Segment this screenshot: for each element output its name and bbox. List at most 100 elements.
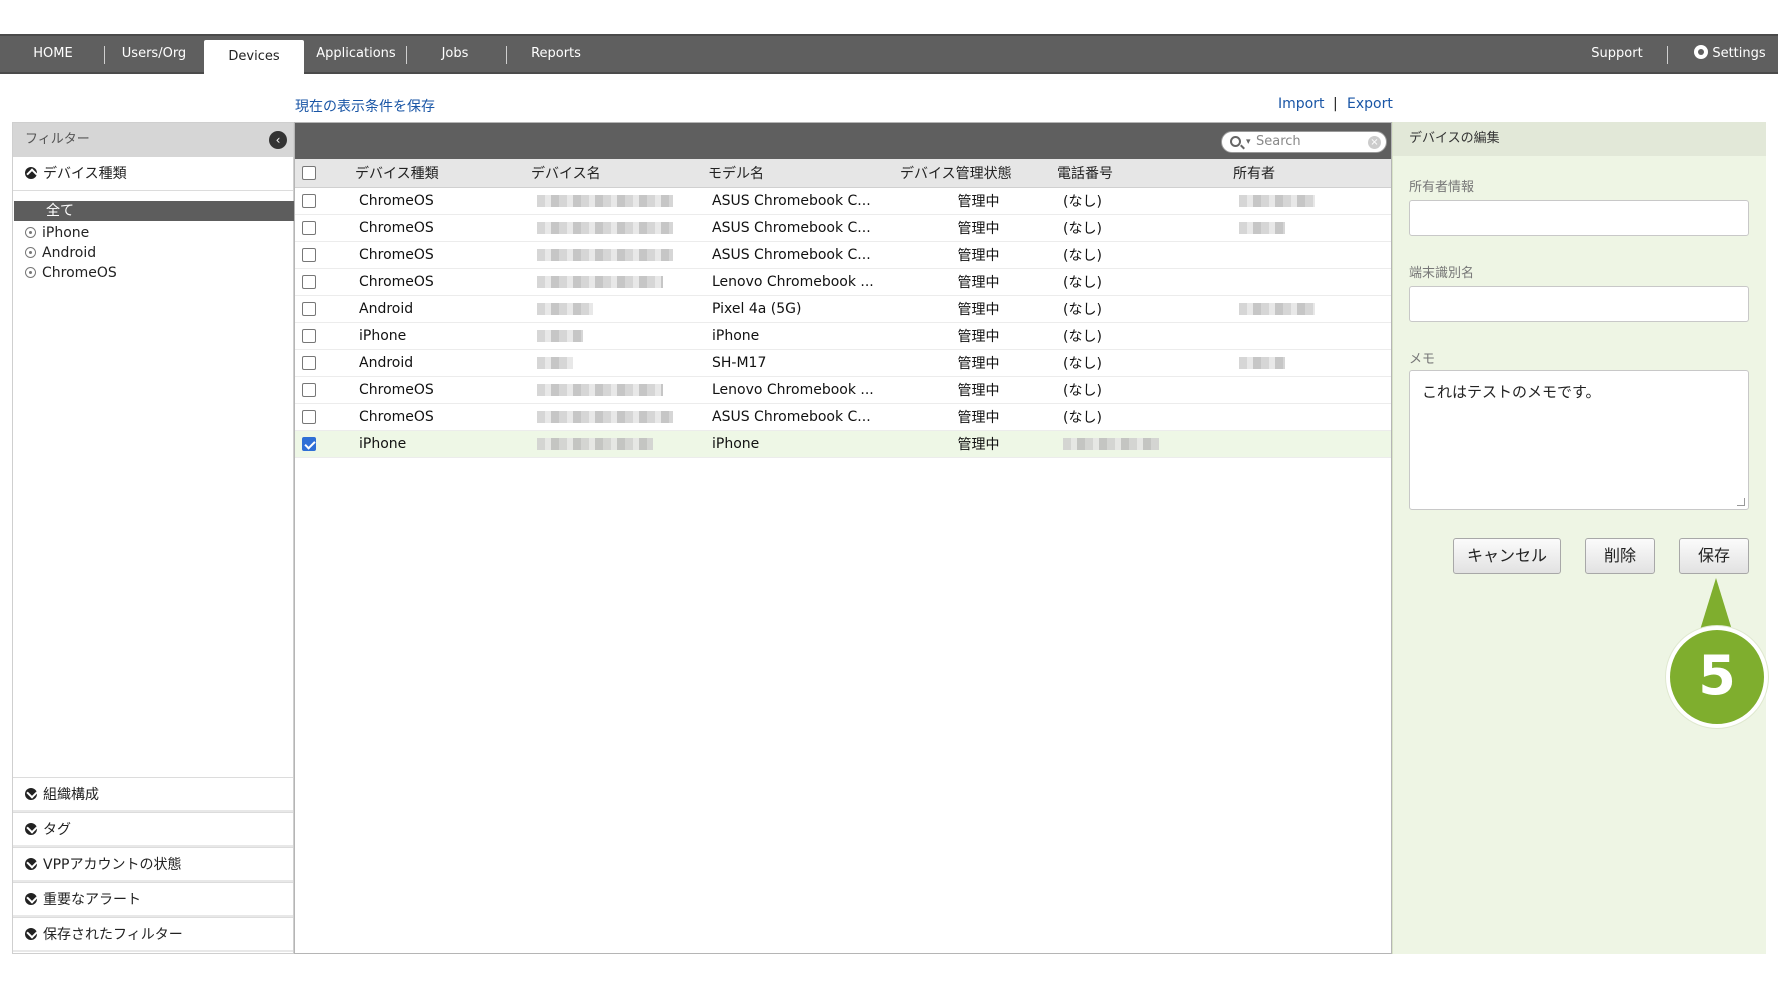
redacted-device-name: [537, 383, 663, 396]
redacted-owner: [1239, 302, 1315, 315]
saved-filters-section[interactable]: 保存されたフィルター: [13, 917, 293, 952]
org-structure-section[interactable]: 組織構成: [13, 777, 293, 812]
owner-info-input[interactable]: [1409, 200, 1749, 236]
col-management-status[interactable]: デバイス管理状態: [900, 159, 1057, 188]
redacted-device-name: [537, 194, 673, 207]
export-link[interactable]: Export: [1347, 96, 1393, 112]
search-input[interactable]: ▾ Search ×: [1221, 131, 1387, 153]
row-select-cell: [295, 349, 355, 377]
management-status-cell: 管理中: [900, 430, 1057, 458]
nav-reports[interactable]: Reports: [526, 36, 586, 72]
chevron-down-icon: [25, 788, 37, 800]
owner-cell: [1233, 268, 1391, 296]
nav-users-org[interactable]: Users/Org: [114, 36, 194, 72]
nav-applications[interactable]: Applications: [314, 36, 398, 72]
save-button[interactable]: 保存: [1679, 538, 1749, 574]
table-row[interactable]: ChromeOS ASUS Chromebook C... 管理中 (なし): [295, 241, 1391, 269]
nav-jobs[interactable]: Jobs: [430, 36, 480, 72]
callout-pointer: [1700, 578, 1732, 630]
col-device-name[interactable]: デバイス名: [531, 159, 708, 188]
col-device-type[interactable]: デバイス種類: [355, 159, 531, 188]
link-separator: |: [1333, 96, 1338, 112]
table-row[interactable]: iPhone iPhone 管理中: [295, 430, 1391, 458]
table-header-row: デバイス種類 デバイス名 モデル名 デバイス管理状態 電話番号 所有者: [295, 159, 1391, 188]
memo-textarea[interactable]: これはテストのメモです。: [1409, 370, 1749, 510]
row-checkbox[interactable]: [302, 220, 316, 235]
redacted-device-name: [537, 248, 673, 261]
device-type-iphone[interactable]: iPhone: [25, 223, 89, 243]
row-checkbox[interactable]: [302, 382, 316, 397]
nav-devices[interactable]: Devices: [204, 40, 304, 74]
row-checkbox[interactable]: [302, 328, 316, 343]
owner-cell: [1233, 376, 1391, 404]
table-row[interactable]: ChromeOS ASUS Chromebook C... 管理中 (なし): [295, 214, 1391, 242]
resize-grip-icon[interactable]: [1737, 498, 1745, 506]
phone-number-cell: (なし): [1057, 295, 1233, 323]
chevron-down-icon: [25, 893, 37, 905]
redacted-owner: [1239, 194, 1315, 207]
management-status-cell: 管理中: [900, 349, 1057, 377]
table-body: ChromeOS ASUS Chromebook C... 管理中 (なし) Chrom…: [295, 187, 1391, 458]
device-type-cell: Android: [355, 295, 531, 323]
device-type-android[interactable]: Android: [25, 243, 96, 263]
cancel-button[interactable]: キャンセル: [1453, 538, 1561, 574]
table-row[interactable]: Android SH-M17 管理中 (なし): [295, 349, 1391, 377]
row-select-cell: [295, 214, 355, 242]
tags-section[interactable]: タグ: [13, 812, 293, 847]
phone-number-cell: [1057, 430, 1233, 458]
row-checkbox[interactable]: [302, 355, 316, 370]
phone-number-cell: (なし): [1057, 241, 1233, 269]
row-checkbox[interactable]: [302, 247, 316, 262]
nav-settings[interactable]: Settings: [1680, 36, 1778, 72]
device-edit-panel: デバイスの編集 所有者情報 端末識別名 メモ これはテストのメモです。 キャンセ…: [1392, 122, 1766, 954]
table-row[interactable]: ChromeOS Lenovo Chromebook ... 管理中 (なし): [295, 376, 1391, 404]
import-link[interactable]: Import: [1278, 96, 1324, 112]
redacted-device-name: [537, 329, 583, 342]
row-checkbox[interactable]: [302, 274, 316, 289]
clear-icon[interactable]: ×: [1368, 136, 1381, 149]
col-phone-number[interactable]: 電話番号: [1057, 159, 1233, 188]
device-type-chromeos[interactable]: ChromeOS: [25, 263, 117, 283]
col-owner[interactable]: 所有者: [1233, 159, 1391, 188]
top-nav: HOME Users/Org Devices Applications Jobs…: [0, 34, 1778, 74]
collapse-panel-icon[interactable]: ‹: [269, 131, 287, 149]
row-select-cell: [295, 376, 355, 404]
critical-alerts-section[interactable]: 重要なアラート: [13, 882, 293, 917]
device-alias-input[interactable]: [1409, 286, 1749, 322]
radio-icon: [25, 267, 36, 278]
filter-header: フィルター ‹: [13, 123, 293, 157]
phone-number-cell: (なし): [1057, 349, 1233, 377]
search-placeholder: Search: [1256, 134, 1301, 149]
table-row[interactable]: iPhone iPhone 管理中 (なし): [295, 322, 1391, 350]
select-all-checkbox[interactable]: [302, 165, 316, 180]
nav-support[interactable]: Support: [1584, 36, 1650, 72]
nav-separator: [104, 46, 105, 64]
management-status-cell: 管理中: [900, 214, 1057, 242]
model-name-cell: ASUS Chromebook C...: [708, 403, 900, 431]
chevron-down-icon: [25, 928, 37, 940]
nav-separator: [406, 46, 407, 64]
device-types-section[interactable]: デバイス種類: [13, 157, 293, 191]
redacted-device-name: [537, 410, 673, 423]
table-row[interactable]: Android Pixel 4a (5G) 管理中 (なし): [295, 295, 1391, 323]
redacted-owner: [1239, 356, 1285, 369]
table-row[interactable]: ChromeOS ASUS Chromebook C... 管理中 (なし): [295, 403, 1391, 431]
row-checkbox[interactable]: [302, 436, 316, 451]
section-label: 保存されたフィルター: [43, 927, 183, 943]
row-checkbox[interactable]: [302, 193, 316, 208]
table-row[interactable]: ChromeOS Lenovo Chromebook ... 管理中 (なし): [295, 268, 1391, 296]
nav-home[interactable]: HOME: [20, 36, 86, 72]
col-model-name[interactable]: モデル名: [708, 159, 900, 188]
device-type-all[interactable]: 全て: [14, 201, 294, 221]
model-name-cell: Lenovo Chromebook ...: [708, 268, 900, 296]
vpp-account-section[interactable]: VPPアカウントの状態: [13, 847, 293, 882]
row-select-cell: [295, 403, 355, 431]
delete-button[interactable]: 削除: [1585, 538, 1655, 574]
row-checkbox[interactable]: [302, 301, 316, 316]
device-name-cell: [531, 268, 708, 296]
row-checkbox[interactable]: [302, 409, 316, 424]
save-view-link[interactable]: 現在の表示条件を保存: [295, 96, 435, 116]
table-row[interactable]: ChromeOS ASUS Chromebook C... 管理中 (なし): [295, 187, 1391, 215]
chevron-down-icon: [25, 823, 37, 835]
owner-cell: [1233, 430, 1391, 458]
